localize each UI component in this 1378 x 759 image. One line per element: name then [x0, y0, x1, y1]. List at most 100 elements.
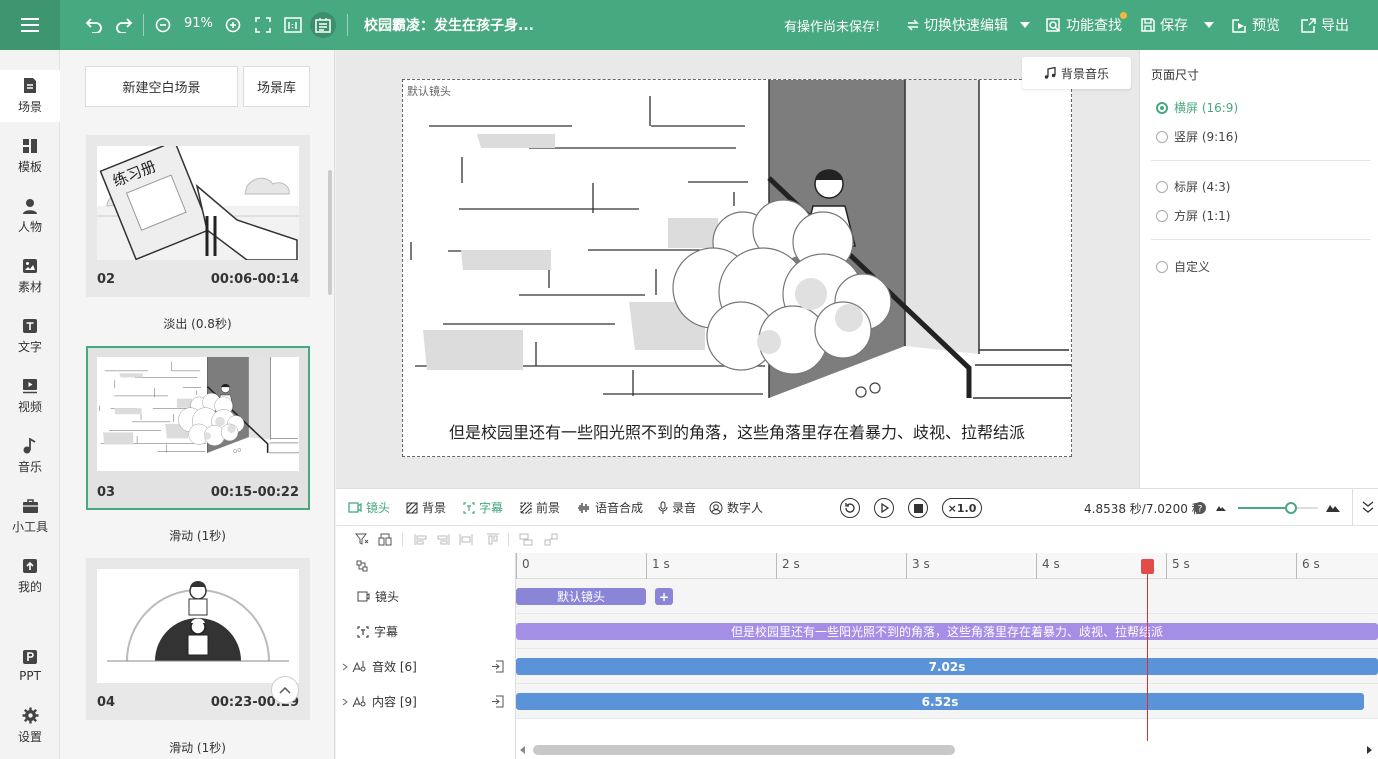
preview-button[interactable]: 预览 — [1232, 15, 1280, 35]
switch-quick-edit-button[interactable]: 切换快速编辑 — [907, 15, 1008, 35]
chevron-down-icon[interactable] — [1204, 22, 1214, 28]
background-music-button[interactable]: 背景音乐 — [1022, 57, 1131, 89]
distribute-icon[interactable] — [459, 533, 473, 546]
save-button[interactable]: 保存 — [1141, 15, 1188, 35]
tab-foreground[interactable]: 前景 — [520, 499, 560, 516]
align-top-icon[interactable] — [486, 533, 500, 546]
tab-digital-human[interactable]: 数字人 — [709, 499, 763, 516]
page-size-option-1x1[interactable]: 方屏 (1:1) — [1156, 207, 1231, 224]
track-label-subtitle[interactable]: 字幕 — [336, 614, 516, 649]
help-icon[interactable]: ? — [1194, 502, 1206, 514]
stack-icon[interactable] — [519, 533, 533, 546]
page-size-option-16x9[interactable]: 横屏 (16:9) — [1156, 99, 1238, 116]
group-icon[interactable] — [378, 533, 392, 546]
nav-item-video[interactable]: 视频 — [0, 370, 60, 422]
zoom-out-mountain-icon[interactable] — [1216, 502, 1226, 512]
nav-item-music[interactable]: 音乐 — [0, 430, 60, 482]
playhead-line[interactable] — [1147, 565, 1148, 746]
nav-item-text[interactable]: 文字 — [0, 310, 60, 362]
split-icon[interactable] — [544, 533, 558, 546]
scene-transition-label[interactable]: 滑动 (1秒) — [85, 527, 310, 544]
content-clip[interactable]: 6.52s — [516, 693, 1364, 710]
scene-card-03[interactable]: 03 00:15-00:22 — [86, 346, 310, 510]
tab-background[interactable]: 背景 — [406, 499, 446, 516]
track-label-sound-effects[interactable]: 音效 [6] — [336, 649, 516, 684]
chevron-down-icon[interactable] — [1020, 22, 1030, 28]
scroll-left-icon[interactable] — [520, 746, 526, 754]
radio-icon[interactable] — [1156, 209, 1168, 222]
add-camera-button[interactable]: + — [655, 588, 673, 605]
timeline-ruler[interactable]: 0 1 s 2 s 3 s 4 s 5 s 6 s — [516, 553, 1378, 579]
nav-item-label: 小工具 — [11, 519, 48, 534]
scene-transition-label[interactable]: 淡出 (0.8秒) — [85, 315, 310, 332]
nav-item-ppt[interactable]: PPT — [0, 640, 60, 692]
zoom-in-mountain-icon[interactable] — [1326, 500, 1340, 514]
timeline-horizontal-scrollbar[interactable] — [516, 741, 1378, 759]
track-label-camera[interactable]: 镜头 — [336, 579, 516, 614]
radio-icon[interactable] — [1156, 130, 1168, 143]
scrollbar-thumb[interactable] — [533, 745, 955, 755]
camera-clip[interactable]: 默认镜头 — [516, 588, 646, 605]
stage[interactable]: 默认镜头 但是校园里还有一些阳光照不到的角落，这些角落里存在着暴力、歧视、拉帮结… — [402, 79, 1072, 457]
export-button[interactable]: 导出 — [1301, 15, 1349, 35]
page-size-option-custom[interactable]: 自定义 — [1156, 258, 1210, 275]
zoom-in-button[interactable] — [223, 15, 243, 35]
filter-icon[interactable] — [355, 533, 369, 546]
track-export-icon[interactable] — [491, 695, 504, 708]
nav-item-settings[interactable]: 设置 — [0, 700, 60, 752]
zoom-out-button[interactable] — [153, 15, 173, 35]
menu-button[interactable] — [0, 0, 60, 50]
timeline-toolbar: 镜头 背景 字幕 前景 语音合成 录音 数字人 ×1.0 4.8538 秒/7.… — [336, 488, 1378, 526]
function-search-button[interactable]: 功能查找 — [1046, 15, 1122, 35]
radio-selected-icon[interactable] — [1156, 101, 1168, 114]
page-size-option-9x16[interactable]: 竖屏 (9:16) — [1156, 128, 1238, 145]
scene-list-scrollbar[interactable] — [328, 170, 332, 295]
stage-subtitle[interactable]: 但是校园里还有一些阳光照不到的角落，这些角落里存在着暴力、歧视、拉帮结派 — [403, 419, 1071, 443]
actual-size-button[interactable] — [283, 15, 303, 35]
nav-item-template[interactable]: 模板 — [0, 130, 60, 182]
tab-label: 前景 — [536, 501, 561, 515]
fit-screen-button[interactable] — [253, 15, 273, 35]
subtitle-clip[interactable]: 但是校园里还有一些阳光照不到的角落，这些角落里存在着暴力、歧视、拉帮结派 — [516, 623, 1378, 640]
track-label-content[interactable]: 内容 [9] — [336, 684, 516, 719]
replay-button[interactable] — [840, 498, 860, 518]
collapse-icon[interactable] — [1362, 500, 1374, 514]
radio-icon[interactable] — [1156, 180, 1168, 193]
subtitle-settings-button[interactable] — [310, 12, 336, 38]
tab-camera[interactable]: 镜头 — [348, 499, 390, 516]
align-right-icon[interactable] — [436, 533, 450, 546]
tab-record[interactable]: 录音 — [658, 499, 696, 516]
track-export-icon[interactable] — [491, 660, 504, 673]
radio-icon[interactable] — [1156, 260, 1168, 273]
play-button[interactable] — [874, 498, 894, 518]
scene-card-02[interactable]: 练习册 02 00:06-00:14 — [86, 135, 310, 297]
undo-button[interactable] — [84, 15, 104, 35]
scroll-right-icon[interactable] — [1366, 746, 1372, 754]
nav-item-material[interactable]: 素材 — [0, 250, 60, 302]
tab-speech-synthesis[interactable]: 语音合成 — [577, 499, 643, 516]
timeline-zoom-slider[interactable] — [1238, 502, 1318, 514]
scene-library-button[interactable]: 场景库 — [243, 66, 310, 107]
scene-transition-label[interactable]: 滑动 (1秒) — [85, 739, 310, 756]
chevron-right-icon[interactable] — [342, 663, 348, 671]
align-left-icon[interactable] — [414, 533, 428, 546]
new-blank-scene-button[interactable]: 新建空白场景 — [85, 66, 238, 107]
page-size-option-4x3[interactable]: 标屏 (4:3) — [1156, 178, 1231, 195]
slider-knob[interactable] — [1284, 502, 1297, 514]
sound-effects-clip[interactable]: 7.02s — [516, 658, 1378, 675]
playhead-handle[interactable] — [1141, 559, 1154, 574]
tab-subtitle[interactable]: 字幕 — [463, 499, 503, 516]
stop-button[interactable] — [908, 498, 928, 518]
nav-item-person[interactable]: 人物 — [0, 190, 60, 242]
nav-item-scene[interactable]: 场景 — [0, 70, 60, 122]
redo-button[interactable] — [114, 15, 134, 35]
nav-item-toolbox[interactable]: 小工具 — [0, 490, 60, 542]
chevron-right-icon[interactable] — [342, 698, 348, 706]
nav-item-mine[interactable]: 我的 — [0, 550, 60, 602]
playback-speed-button[interactable]: ×1.0 — [942, 498, 982, 518]
track-settings-icon[interactable] — [356, 560, 368, 572]
tab-label: 语音合成 — [595, 501, 644, 515]
scroll-to-top-button[interactable] — [271, 676, 299, 704]
page-size-title: 页面尺寸 — [1151, 68, 1200, 82]
project-title[interactable]: 校园霸凌：发生在孩子身... — [364, 15, 534, 35]
